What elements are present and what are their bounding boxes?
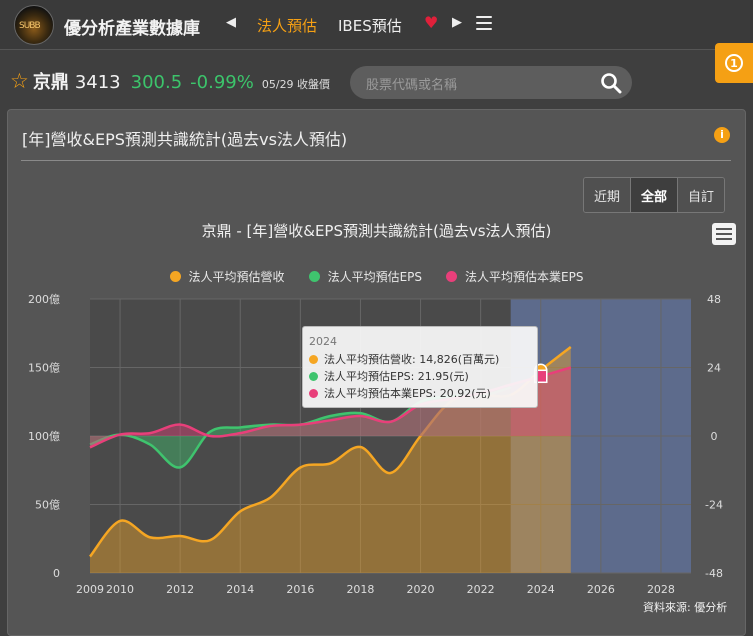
y-left-tick-label: 0 [53,567,60,580]
y-left-tick-label: 200億 [28,293,60,306]
tooltip-row: 法人平均預估營收: 14,826(百萬元) [309,352,531,367]
y-right-tick-label: 24 [707,362,721,375]
y-left-tick-label: 50億 [35,499,60,512]
y-right-tick-label: 48 [707,293,721,306]
chart-tooltip: 2024 法人平均預估營收: 14,826(百萬元) 法人平均預估EPS: 21… [302,326,538,408]
x-tick-label: 2016 [286,583,314,596]
x-tick-label: 2022 [467,583,495,596]
tooltip-row: 法人平均預估EPS: 21.95(元) [309,369,531,384]
y-left-tick-label: 100億 [28,430,60,443]
tooltip-dot [309,372,318,381]
tooltip-text: 法人平均預估營收: 14,826(百萬元) [324,353,500,366]
chart-canvas: 0 50億 100億 150億 200億 -48 -24 0 24 48 2009 2010 2012 2… [28,293,723,596]
x-tick-label: 2010 [106,583,134,596]
x-tick-label: 2018 [346,583,374,596]
x-tick-label: 2026 [587,583,615,596]
tooltip-row: 法人平均預估本業EPS: 20.92(元) [309,386,531,401]
tooltip-dot [309,389,318,398]
tooltip-text: 法人平均預估EPS: 21.95(元) [324,370,469,383]
tooltip-year: 2024 [309,335,337,348]
y-left-tick-label: 150億 [28,362,60,375]
x-tick-label: 2024 [527,583,555,596]
x-tick-label: 2020 [407,583,435,596]
tooltip-text: 法人平均預估本業EPS: 20.92(元) [324,387,491,400]
x-tick-label: 2009 [76,583,104,596]
x-tick-label: 2028 [647,583,675,596]
x-tick-label: 2014 [226,583,254,596]
data-source: 資料來源: 優分析 [643,601,728,614]
y-right-tick-label: -24 [705,499,723,512]
x-tick-label: 2012 [166,583,194,596]
y-right-tick-label: 0 [711,430,718,443]
tooltip-dot [309,355,318,364]
y-right-tick-label: -48 [705,567,723,580]
